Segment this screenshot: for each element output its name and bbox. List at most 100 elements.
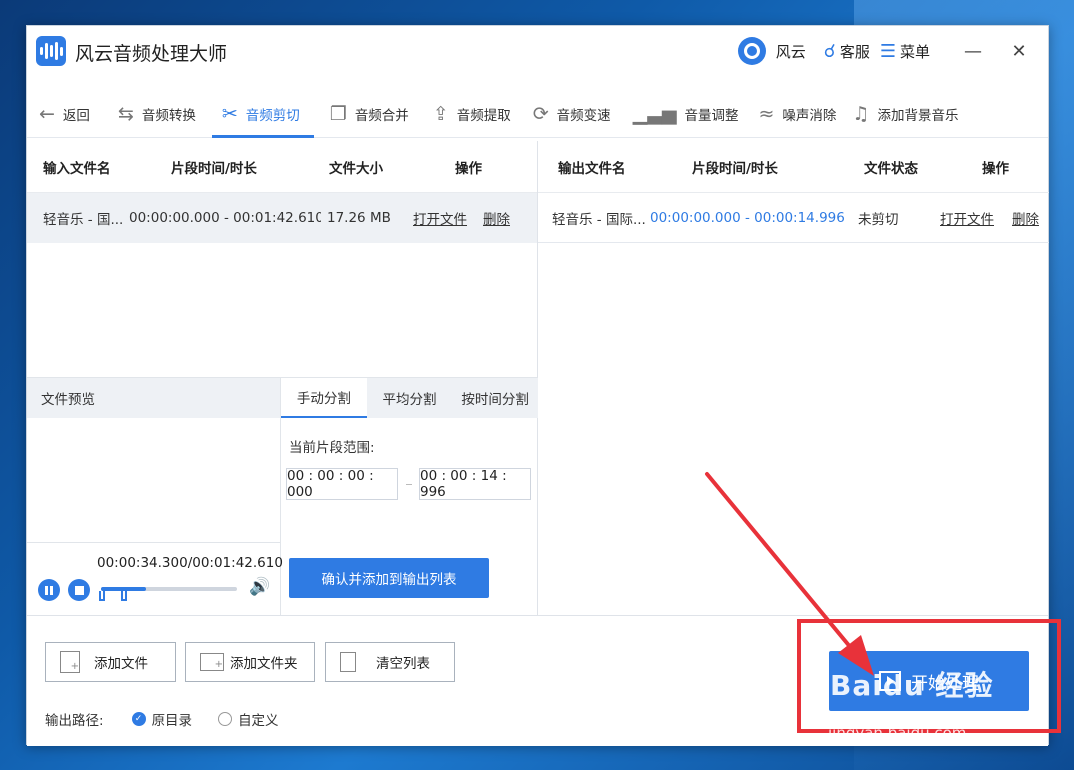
tab-volume-adjust[interactable]: ▁▃▅ 音量调整 — [621, 90, 749, 137]
add-folder-label: 添加文件夹 — [230, 656, 298, 672]
tab-label: 音量调整 — [684, 107, 739, 124]
speed-icon: ⟳ — [532, 102, 549, 125]
arrow-left-icon: ← — [39, 102, 55, 125]
tab-audio-speed[interactable]: ⟳ 音频变速 — [521, 90, 621, 137]
file-preview: 文件预览 00:00:34.300/00:01:42.610 🔊 — [27, 378, 283, 616]
pause-button[interactable] — [38, 579, 60, 601]
tab-label: 添加背景音乐 — [877, 107, 959, 124]
headset-icon: ☌ — [823, 40, 836, 62]
file-name: 轻音乐 - 国... — [43, 212, 124, 228]
output-path-label: 输出路径: — [45, 713, 104, 729]
player-controls: 00:00:34.300/00:01:42.610 🔊 — [27, 542, 283, 616]
seek-bar[interactable] — [99, 587, 237, 601]
tab-time-split[interactable]: 按时间分割 — [452, 378, 538, 418]
stop-icon — [74, 585, 84, 595]
menu-button[interactable]: ☰ 菜单 — [880, 41, 930, 62]
output-panel: 输出文件名 片段时间/时长 文件状态 操作 轻音乐 - 国际... 00:00:… — [538, 141, 1049, 615]
tab-manual-split[interactable]: 手动分割 — [281, 378, 367, 418]
file-size: 17.26 MB — [327, 210, 391, 226]
volume-icon[interactable]: 🔊 — [249, 577, 270, 597]
playback-time: 00:00:34.300/00:01:42.610 — [97, 555, 283, 571]
brand-button[interactable]: 风云 — [737, 37, 806, 65]
waveform — [50, 428, 258, 525]
col-segment: 片段时间/时长 — [171, 160, 257, 177]
range-end-handle[interactable] — [121, 591, 127, 601]
file-name: 轻音乐 - 国际... — [552, 211, 646, 228]
extract-icon: ⇪ — [432, 102, 449, 125]
delete-link[interactable]: 删除 — [483, 212, 510, 228]
tab-average-split[interactable]: 平均分割 — [367, 378, 453, 418]
trash-icon — [340, 652, 356, 672]
menu-label: 菜单 — [899, 42, 930, 61]
add-folder-icon: + — [200, 653, 224, 671]
tab-add-bgm[interactable]: ♫ 添加背景音乐 — [846, 90, 968, 137]
customer-service-button[interactable]: ☌ 客服 — [824, 41, 870, 62]
col-output-name: 输出文件名 — [558, 160, 626, 177]
segment-range: 00:00:00.000 - 00:01:42.610 — [129, 210, 321, 226]
end-time-input[interactable]: 00 : 00 : 14 : 996 — [419, 468, 531, 500]
open-file-link[interactable]: 打开文件 — [413, 212, 467, 228]
clear-list-label: 清空列表 — [376, 656, 430, 672]
tab-label: 音频转换 — [141, 107, 196, 124]
input-panel: 输入文件名 片段时间/时长 文件大小 操作 轻音乐 - 国... 00:00:0… — [27, 141, 538, 616]
watermark-text: Baidu 经验 — [830, 669, 994, 702]
brand-logo-icon — [737, 37, 766, 65]
preview-title: 文件预览 — [27, 378, 280, 418]
merge-icon: ❐ — [329, 102, 347, 125]
add-file-button[interactable]: + 添加文件 — [45, 642, 176, 682]
col-input-name: 输入文件名 — [43, 160, 111, 177]
scissors-icon: ✂ — [221, 102, 238, 125]
app-logo-icon — [36, 36, 66, 66]
split-tabs: 手动分割 平均分割 按时间分割 — [281, 378, 538, 418]
tab-audio-extract[interactable]: ⇪ 音频提取 — [419, 90, 521, 137]
col-actions: 操作 — [982, 160, 1009, 177]
tab-audio-cut[interactable]: ✂ 音频剪切 — [211, 90, 314, 138]
preview-area: 文件预览 00:00:34.300/00:01:42.610 🔊 手动分割 平均… — [27, 377, 538, 616]
tab-label: 噪声消除 — [782, 107, 837, 124]
range-start-handle[interactable] — [99, 591, 105, 601]
service-label: 客服 — [839, 42, 870, 61]
radio-dot — [218, 712, 233, 726]
radio-original-dir[interactable]: ✓ 原目录 — [131, 709, 193, 729]
clear-list-button[interactable]: 清空列表 — [325, 642, 455, 682]
stop-button[interactable] — [68, 579, 90, 601]
delete-link[interactable]: 删除 — [1012, 212, 1039, 228]
radio-label: 自定义 — [238, 713, 279, 729]
input-table-header: 输入文件名 片段时间/时长 文件大小 操作 — [27, 141, 537, 193]
table-row[interactable]: 轻音乐 - 国... 00:00:00.000 - 00:01:42.610 1… — [27, 193, 537, 243]
col-segment: 片段时间/时长 — [692, 160, 778, 177]
tab-audio-convert[interactable]: ⇆ 音频转换 — [108, 90, 212, 137]
title-actions: 风云 ☌ 客服 ☰ 菜单 — ✕ — [726, 36, 1034, 66]
tab-label: 音频变速 — [556, 107, 611, 124]
back-button[interactable]: ← 返回 — [27, 90, 108, 137]
pause-icon — [45, 585, 53, 595]
close-button[interactable]: ✕ — [1004, 41, 1034, 62]
volume-bars-icon: ▁▃▅ — [632, 102, 677, 125]
add-folder-button[interactable]: + 添加文件夹 — [185, 642, 315, 682]
add-file-icon: + — [60, 651, 80, 673]
add-file-label: 添加文件 — [94, 656, 148, 672]
tab-noise-removal[interactable]: ≈ 噪声消除 — [749, 90, 847, 137]
col-actions: 操作 — [455, 160, 482, 177]
brand-label: 风云 — [775, 42, 806, 61]
radio-label: 原目录 — [151, 713, 193, 729]
radio-custom-dir[interactable]: 自定义 — [218, 709, 279, 729]
table-row[interactable]: 轻音乐 - 国际... 00:00:00.000 - 00:00:14.996 … — [538, 193, 1049, 243]
start-time-input[interactable]: 00 : 00 : 00 : 000 — [286, 468, 398, 500]
open-file-link[interactable]: 打开文件 — [940, 212, 994, 228]
minimize-button[interactable]: — — [958, 41, 988, 62]
output-table-header: 输出文件名 片段时间/时长 文件状态 操作 — [538, 141, 1049, 193]
confirm-add-button[interactable]: 确认并添加到输出列表 — [289, 558, 489, 598]
convert-icon: ⇆ — [117, 102, 134, 125]
split-options: 手动分割 平均分割 按时间分割 当前片段范围: 00 : 00 : 00 : 0… — [281, 378, 538, 616]
music-note-icon: ♫ — [852, 102, 870, 125]
check-icon: ✓ — [131, 712, 146, 726]
back-label: 返回 — [62, 107, 90, 124]
range-label: 当前片段范围: — [289, 440, 375, 456]
range-separator — [406, 484, 412, 485]
function-toolbar: ← 返回 ⇆ 音频转换 ✂ 音频剪切 ❐ 音频合并 ⇪ 音频提取 ⟳ 音频变速 … — [27, 90, 1048, 138]
noise-icon: ≈ — [758, 102, 775, 125]
col-size: 文件大小 — [329, 160, 383, 177]
tab-audio-merge[interactable]: ❐ 音频合并 — [314, 90, 419, 137]
app-title: 风云音频处理大师 — [75, 43, 228, 65]
